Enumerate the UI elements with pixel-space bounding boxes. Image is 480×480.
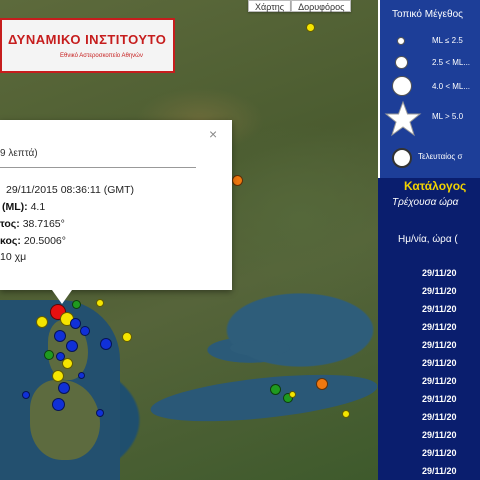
quake-marker[interactable] xyxy=(316,378,328,390)
catalog-row-date[interactable]: 29/11/20 xyxy=(422,268,457,278)
catalog-row-date[interactable]: 29/11/20 xyxy=(422,358,457,368)
depth-value: 10 χμ xyxy=(0,251,27,263)
legend-item-label: 4.0 < ML... xyxy=(432,82,471,91)
legend-item-label: Τελευταίος σ xyxy=(418,152,463,161)
quake-marker[interactable] xyxy=(96,299,104,307)
catalog-row-date[interactable]: 29/11/20 xyxy=(422,304,457,314)
catalog-row-date[interactable]: 29/11/20 xyxy=(422,286,457,296)
magnitude-row: (ML): 4.1 xyxy=(2,201,45,213)
institute-logo[interactable]: ΔΥΝΑΜΙΚΟ ΙΝΣΤΙΤΟΥΤΟ Εθνικό Αστεροσκοπείο… xyxy=(0,18,175,73)
catalog-row-date[interactable]: 29/11/20 xyxy=(422,448,457,458)
legend-item-label: ML > 5.0 xyxy=(432,112,464,121)
event-datetime: 29/11/2015 08:36:11 (GMT) xyxy=(6,184,135,196)
quake-marker[interactable] xyxy=(232,175,243,186)
catalog-row-date[interactable]: 29/11/20 xyxy=(422,412,457,422)
quake-marker[interactable] xyxy=(52,370,64,382)
legend-item-label: ML ≤ 2.5 xyxy=(432,36,463,45)
catalog-row-date[interactable]: 29/11/20 xyxy=(422,376,457,386)
map-type-tabs: Χάρτης Δορυφόρος xyxy=(248,0,352,12)
catalog-row-date[interactable]: 29/11/20 xyxy=(422,430,457,440)
magnitude-label: (ML): xyxy=(2,201,28,213)
catalog-column-header[interactable]: Ημ/νία, ώρα ( xyxy=(398,234,458,245)
latitude-row: τος: 38.7165° xyxy=(0,218,65,230)
quake-marker[interactable] xyxy=(80,326,90,336)
gulf-water xyxy=(148,366,378,430)
catalog-row-date[interactable]: 29/11/20 xyxy=(422,322,457,332)
quake-marker[interactable] xyxy=(96,409,104,417)
quake-marker[interactable] xyxy=(54,330,66,342)
time-ago-text: 9 λεπτά) xyxy=(0,148,38,159)
magnitude-value: 4.1 xyxy=(30,201,46,213)
quake-marker[interactable] xyxy=(306,23,315,32)
longitude-row: κος: 20.5006° xyxy=(0,235,66,247)
catalog-row-date[interactable]: 29/11/20 xyxy=(422,466,457,476)
medium-circle-icon xyxy=(395,56,408,69)
quake-marker[interactable] xyxy=(22,391,30,399)
quake-marker[interactable] xyxy=(72,300,81,309)
legend-item-label: 2.5 < ML... xyxy=(432,58,471,67)
catalog-row-date[interactable]: 29/11/20 xyxy=(422,394,457,404)
tab-map[interactable]: Χάρτης xyxy=(248,0,292,12)
quake-marker[interactable] xyxy=(70,318,81,329)
quake-marker[interactable] xyxy=(78,372,85,379)
earthquake-info-popup: × 9 λεπτά) 29/11/2015 08:36:11 (GMT) (ML… xyxy=(0,120,232,290)
quake-marker[interactable] xyxy=(36,316,48,328)
gulf-water xyxy=(230,340,290,356)
quake-marker[interactable] xyxy=(100,338,112,350)
legend-title: Τοπικό Μέγεθος xyxy=(392,9,463,20)
catalog-title: Κατάλογος xyxy=(404,179,467,193)
tab-satellite[interactable]: Δορυφόρος xyxy=(291,0,352,12)
quake-marker[interactable] xyxy=(289,391,296,398)
last-event-circle-icon xyxy=(392,148,412,168)
magnitude-legend: Τοπικό Μέγεθος ML ≤ 2.5 2.5 < ML... 4.0 … xyxy=(378,0,480,178)
longitude-label: κος: xyxy=(0,235,21,247)
quake-marker[interactable] xyxy=(270,384,281,395)
side-panel: Τοπικό Μέγεθος ML ≤ 2.5 2.5 < ML... 4.0 … xyxy=(378,0,480,480)
catalog-row-date[interactable]: 29/11/20 xyxy=(422,340,457,350)
logo-title: ΔΥΝΑΜΙΚΟ ΙΝΣΤΙΤΟΥΤΟ xyxy=(8,32,167,47)
popup-pointer xyxy=(52,290,72,304)
quake-marker[interactable] xyxy=(44,350,54,360)
latitude-value: 38.7165° xyxy=(22,218,65,230)
earthquake-map[interactable]: ΔΥΝΑΜΙΚΟ ΙΝΣΤΙΤΟΥΤΟ Εθνικό Αστεροσκοπείο… xyxy=(0,0,378,480)
logo-subtitle: Εθνικό Αστεροσκοπείο Αθηνών xyxy=(60,53,143,59)
longitude-value: 20.5006° xyxy=(23,235,66,247)
catalog-subtitle: Τρέχουσα ώρα xyxy=(392,197,459,208)
large-circle-icon xyxy=(392,76,412,96)
close-icon[interactable]: × xyxy=(209,126,217,142)
divider xyxy=(0,167,196,168)
quake-marker[interactable] xyxy=(52,398,65,411)
latitude-label: τος: xyxy=(0,218,20,230)
quake-marker[interactable] xyxy=(66,340,78,352)
quake-marker[interactable] xyxy=(122,332,132,342)
quake-marker[interactable] xyxy=(62,358,73,369)
quake-marker[interactable] xyxy=(58,382,70,394)
star-icon xyxy=(384,100,422,137)
small-circle-icon xyxy=(397,37,405,45)
quake-marker[interactable] xyxy=(342,410,350,418)
